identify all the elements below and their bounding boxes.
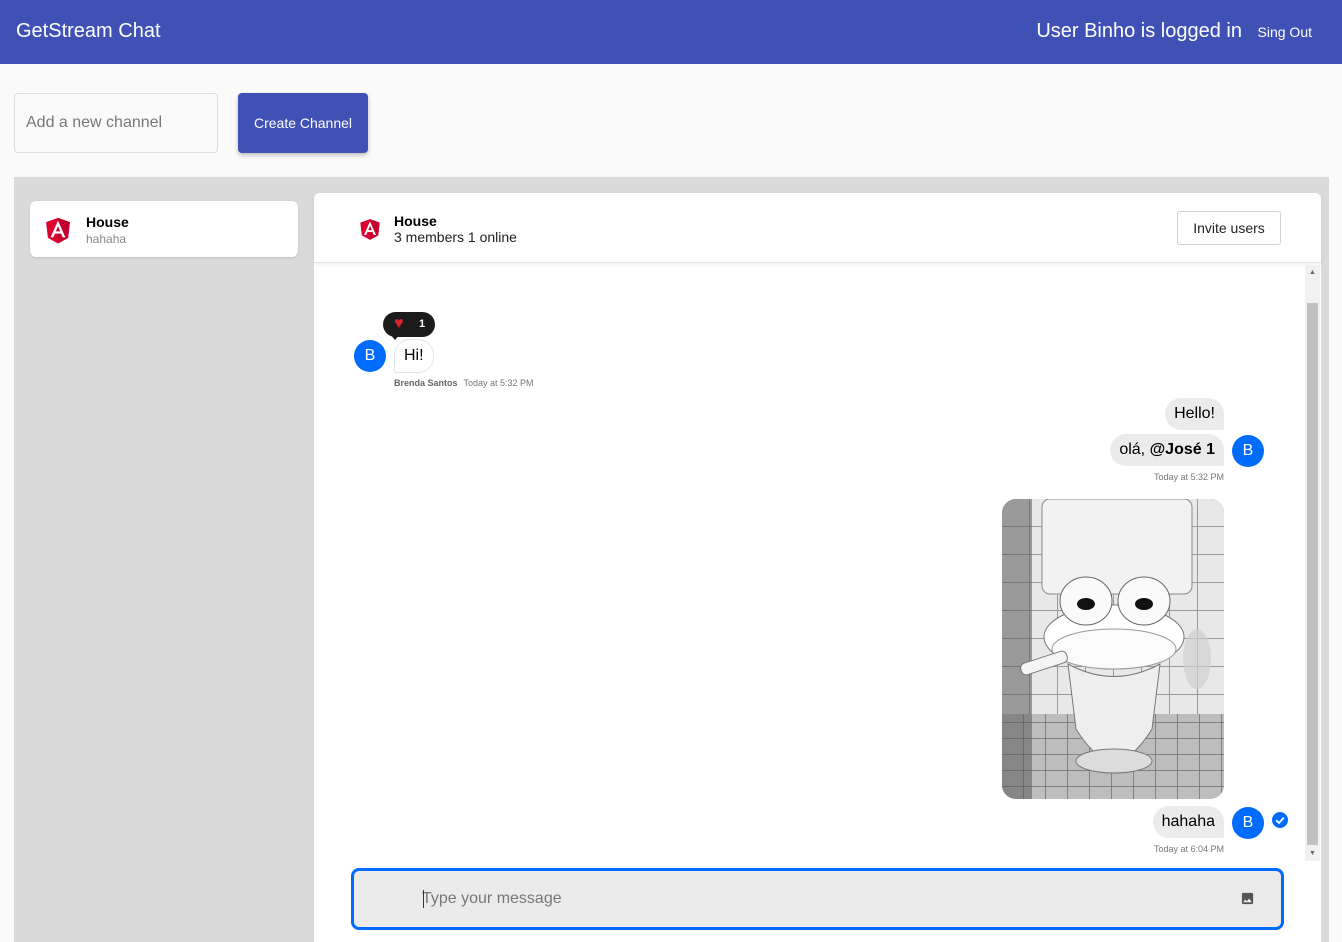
reaction-tail [390,334,400,340]
message-image[interactable] [1002,499,1224,799]
message-bubble[interactable]: hahaha [1152,806,1224,838]
app-title: GetStream Chat [16,20,161,42]
channel-header: House 3 members 1 online Invite users [314,193,1321,263]
image-icon[interactable] [1240,891,1255,911]
message-timestamp: Today at 5:32 PM [463,378,534,388]
new-channel-input[interactable] [14,93,218,153]
channel-name: House [86,214,129,230]
reaction-badge[interactable]: ♥ 1 [383,312,435,340]
message-input[interactable] [422,887,1222,911]
avatar: B [1232,807,1264,839]
top-app-bar: GetStream Chat User Binho is logged in S… [0,0,1342,64]
angular-logo-icon [357,215,383,248]
message-bubble[interactable]: Hi! [394,339,434,373]
message-list-scrollbar[interactable]: ▲ ▼ [1305,265,1320,861]
create-channel-button[interactable]: Create Channel [238,93,368,153]
message-meta: Brenda Santos Today at 5:32 PM [394,378,534,388]
text-caret [423,890,424,908]
reaction-count: 1 [419,318,426,330]
message-author: Brenda Santos [394,378,458,388]
message-timestamp: Today at 6:04 PM [1153,844,1224,854]
avatar: B [1232,435,1264,467]
angular-logo-icon [42,213,74,252]
message-bubble[interactable]: Hello! [1165,398,1224,430]
logged-in-status: User Binho is logged in [1036,20,1242,42]
invite-users-button[interactable]: Invite users [1177,211,1281,245]
scroll-down-arrow-icon[interactable]: ▼ [1305,846,1320,861]
heart-icon: ♥ [394,315,404,332]
avatar: B [354,340,386,372]
message-timestamp: Today at 5:32 PM [1153,472,1224,482]
message-bubble[interactable]: olá, @José 1 [1110,434,1224,466]
message-composer[interactable] [351,868,1284,930]
user-mention[interactable]: @José 1 [1150,441,1215,458]
sign-out-button[interactable]: Sing Out [1258,24,1312,40]
channel-last-message: hahaha [86,232,127,246]
message-text: olá, [1119,441,1150,458]
scroll-up-arrow-icon[interactable]: ▲ [1305,265,1320,280]
scrollbar-thumb[interactable] [1307,303,1318,845]
read-check-icon [1272,812,1288,828]
channel-header-title: House [394,213,437,229]
channel-member-status: 3 members 1 online [394,229,517,245]
channel-list-item[interactable]: House hahaha [30,201,298,257]
